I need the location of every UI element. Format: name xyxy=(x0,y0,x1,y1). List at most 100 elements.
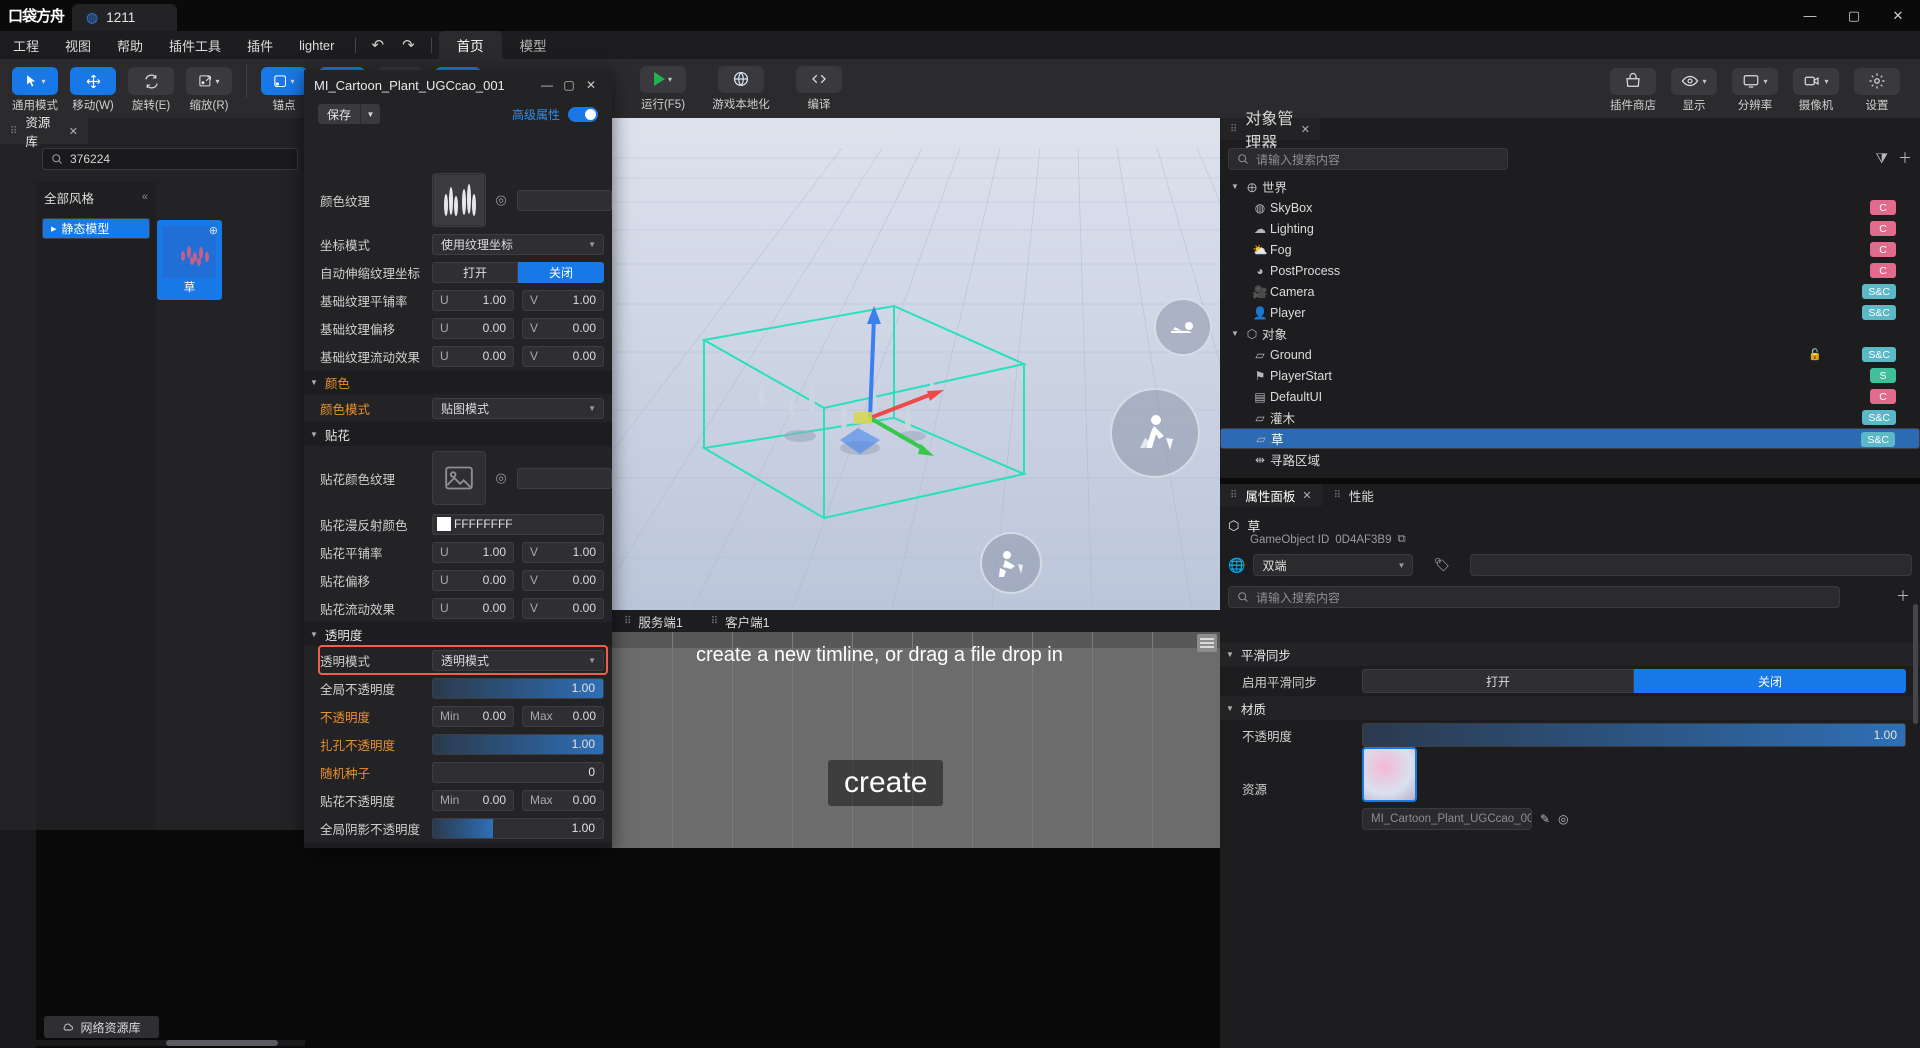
decal-flow-v[interactable]: V 0.00 xyxy=(522,597,604,619)
material-section-decal[interactable]: ▼ 贴花 xyxy=(304,422,612,446)
enable-smooth-sync-segmented[interactable]: 打开 关闭 xyxy=(1362,669,1906,693)
properties-section-material[interactable]: ▼ 材质 xyxy=(1220,696,1920,720)
properties-search-input[interactable]: 请输入搜索内容 xyxy=(1228,586,1840,608)
close-icon[interactable]: ✕ xyxy=(69,125,78,138)
decal-offset-u[interactable]: U 0.00 xyxy=(432,569,514,591)
lock-icon[interactable]: 🔓 xyxy=(1808,348,1822,361)
transparency-mode-select[interactable]: 透明模式 ▼ xyxy=(432,649,604,671)
drag-handle-icon[interactable]: ⠿ xyxy=(624,616,632,627)
material-section-breathing-light[interactable]: ▼ 呼吸灯 xyxy=(304,842,612,848)
properties-section-smooth-sync[interactable]: ▼ 平滑同步 xyxy=(1220,642,1920,666)
plus-icon[interactable]: ＋ xyxy=(1898,148,1912,168)
decal-tiling-u[interactable]: U 1.00 xyxy=(432,541,514,563)
tree-node-skybox[interactable]: ◍ SkyBox C xyxy=(1220,197,1920,218)
material-thumbnail[interactable] xyxy=(1362,746,1417,802)
drag-handle-icon[interactable]: ⠿ xyxy=(1334,490,1342,501)
random-seed-field[interactable]: 0 xyxy=(432,761,604,783)
compile-button[interactable]: 编译 xyxy=(793,65,845,112)
menu-item-project[interactable]: 工程 xyxy=(0,31,52,59)
color-swatch[interactable] xyxy=(437,517,451,531)
close-icon[interactable]: ✕ xyxy=(580,74,602,96)
tab-server-1[interactable]: ⠿ 服务端1 xyxy=(612,610,695,632)
object-manager-search-input[interactable]: 请输入搜索内容 xyxy=(1228,148,1508,170)
tree-node-player[interactable]: 👤 Player S&C xyxy=(1220,302,1920,323)
close-icon[interactable]: ✕ xyxy=(1301,123,1310,136)
opacity-min[interactable]: Min 0.00 xyxy=(432,705,514,727)
run-button[interactable]: ▾ 运行(F5) xyxy=(637,65,689,112)
localization-button[interactable]: 游戏本地化 xyxy=(712,65,770,112)
smooth-sync-on[interactable]: 打开 xyxy=(1362,669,1634,693)
tree-node-navmesh[interactable]: ⇹ 寻路区域 xyxy=(1220,449,1920,470)
global-shadow-opacity-slider[interactable]: 1.00 xyxy=(432,817,604,839)
object-manager-tab[interactable]: ⠿ 对象管理器 ✕ xyxy=(1220,111,1320,152)
climb-icon[interactable] xyxy=(1110,388,1200,478)
tool-scale[interactable]: ▾ 缩放(R) xyxy=(180,64,238,113)
base-offset-u[interactable]: U 0.00 xyxy=(432,317,514,339)
asset-horizontal-scrollbar[interactable] xyxy=(36,1040,305,1046)
properties-scrollbar[interactable] xyxy=(1913,604,1918,724)
menu-item-lighter[interactable]: lighter xyxy=(286,31,347,59)
decal-flow-u[interactable]: U 0.00 xyxy=(432,597,514,619)
decal-tiling-v[interactable]: V 1.00 xyxy=(522,541,604,563)
drag-handle-icon[interactable]: ⠿ xyxy=(1230,490,1238,501)
base-flow-u[interactable]: U 0.00 xyxy=(432,345,514,367)
3d-viewport[interactable] xyxy=(612,118,1220,610)
color-mode-select[interactable]: 贴图模式 ▼ xyxy=(432,397,604,419)
tool-rotate[interactable]: 旋转(E) xyxy=(122,64,180,113)
asset-search-input[interactable]: 376224 xyxy=(42,148,298,170)
tool-universal-mode[interactable]: ▾ 通用模式 xyxy=(6,64,64,113)
object-side-select[interactable]: 双端 ▼ xyxy=(1253,554,1414,576)
material-opacity-slider[interactable]: 1.00 xyxy=(1362,723,1906,747)
color-texture-thumbnail[interactable] xyxy=(432,173,486,227)
smooth-sync-off[interactable]: 关闭 xyxy=(1634,669,1906,693)
plugin-store-button[interactable]: 插件商店 xyxy=(1604,65,1662,113)
close-button[interactable]: ✕ xyxy=(1876,0,1920,31)
tree-node-camera[interactable]: 🎥 Camera S&C xyxy=(1220,281,1920,302)
tree-node-fog[interactable]: ⛅ Fog C xyxy=(1220,239,1920,260)
base-offset-v[interactable]: V 0.00 xyxy=(522,317,604,339)
coord-mode-select[interactable]: 使用纹理坐标 ▼ xyxy=(432,233,604,255)
tab-performance[interactable]: ⠿ 性能 xyxy=(1324,484,1384,506)
tree-node-grass[interactable]: ▱ 草 S&C xyxy=(1220,428,1920,449)
material-section-color[interactable]: ▼ 颜色 xyxy=(304,370,612,394)
opacity-max[interactable]: Max 0.00 xyxy=(522,705,604,727)
menu-item-plugin-tools[interactable]: 插件工具 xyxy=(156,31,234,59)
decal-texture-thumbnail[interactable] xyxy=(432,451,486,505)
decal-opacity-max[interactable]: Max 0.00 xyxy=(522,789,604,811)
tab-model[interactable]: 模型 xyxy=(502,31,565,59)
decal-diffuse-color-field[interactable]: FFFFFFFF xyxy=(432,513,604,535)
advanced-properties-toggle[interactable] xyxy=(568,106,598,122)
material-property-list[interactable]: 颜色纹理 ◎ 坐标模式 使用纹理坐标 ▼ 自动伸缩纹理坐标 打开 关闭 基础纹理… xyxy=(304,170,612,848)
decal-opacity-min[interactable]: Min 0.00 xyxy=(432,789,514,811)
minimize-icon[interactable]: — xyxy=(536,74,558,96)
zoom-icon[interactable]: ⊕ xyxy=(209,224,218,237)
save-dropdown-icon[interactable]: ▼ xyxy=(360,104,381,124)
save-button[interactable]: 保存 xyxy=(318,104,361,124)
chevron-down-icon[interactable]: ▼ xyxy=(1228,182,1242,191)
asset-style-item-static-model[interactable]: ▶ 静态模型 xyxy=(42,218,150,239)
tag-icon[interactable]: 🏷 xyxy=(1433,557,1450,573)
properties-add-icon[interactable]: ＋ xyxy=(1896,586,1910,606)
base-tiling-u[interactable]: U 1.00 xyxy=(432,289,514,311)
menu-item-help[interactable]: 帮助 xyxy=(104,31,156,59)
minimize-button[interactable]: — xyxy=(1788,0,1832,31)
object-tag-field[interactable] xyxy=(1469,554,1912,576)
target-icon[interactable]: ◎ xyxy=(493,192,509,208)
copy-icon[interactable]: ⧉ xyxy=(1398,533,1406,546)
crouch-icon[interactable] xyxy=(980,532,1042,594)
document-tab[interactable]: ◍ 1211 xyxy=(72,4,177,31)
maximize-icon[interactable]: ▢ xyxy=(558,74,580,96)
decal-texture-field[interactable] xyxy=(517,467,612,489)
auto-scale-uv-on[interactable]: 打开 xyxy=(432,261,518,283)
tree-node-ground[interactable]: ▱ Ground 🔓 S&C xyxy=(1220,344,1920,365)
tree-node-shrub[interactable]: ▱ 灌木 S&C xyxy=(1220,407,1920,428)
resolution-button[interactable]: ▾ 分辨率 xyxy=(1726,65,1784,113)
filter-icon[interactable]: ⧩ xyxy=(1876,150,1889,167)
timeline-grip[interactable] xyxy=(1197,634,1217,652)
color-texture-field[interactable] xyxy=(517,189,612,211)
maximize-button[interactable]: ▢ xyxy=(1832,0,1876,31)
drag-handle-icon[interactable]: ⠿ xyxy=(10,126,18,137)
target-icon[interactable]: ◎ xyxy=(1558,812,1568,826)
settings-button[interactable]: 设置 xyxy=(1848,65,1906,113)
material-section-transparency[interactable]: ▼ 透明度 xyxy=(304,622,612,646)
